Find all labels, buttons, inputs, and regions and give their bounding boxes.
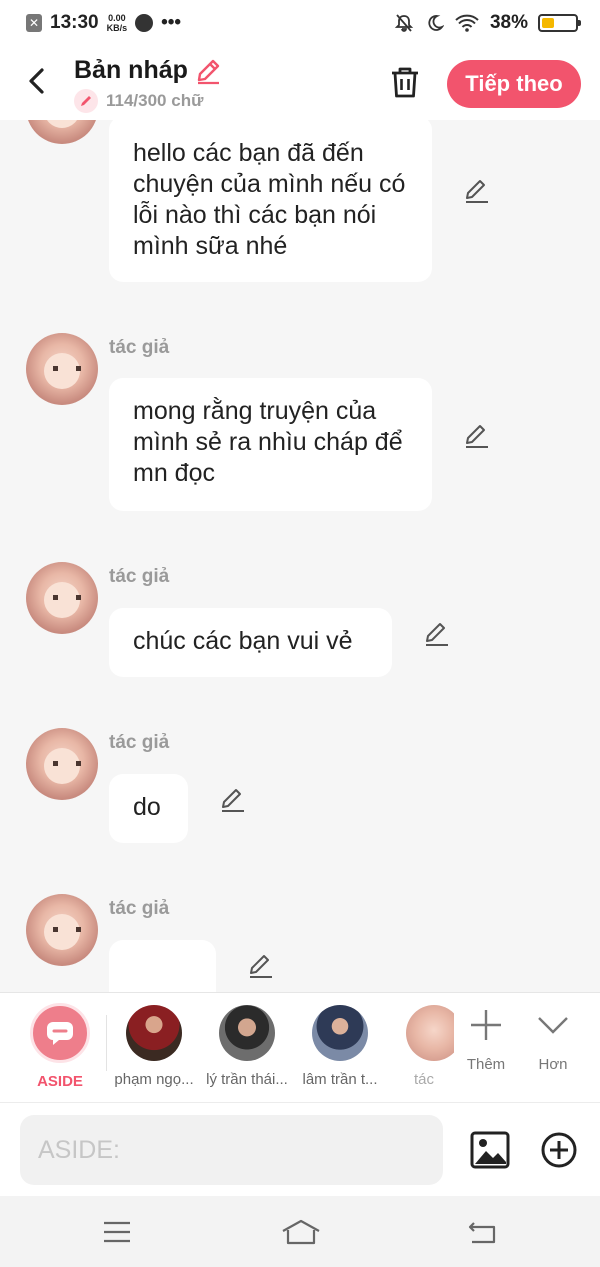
add-circle-icon[interactable]	[540, 1131, 578, 1169]
page-title[interactable]: Bản nháp	[74, 56, 222, 85]
divider	[106, 1015, 107, 1071]
author-name: tác giả	[109, 566, 170, 587]
edit-message-icon[interactable]	[463, 177, 491, 205]
author-name: tác giả	[109, 732, 170, 753]
add-character-button[interactable]: Thêm	[453, 1007, 519, 1073]
avatar[interactable]	[26, 333, 98, 405]
status-time: 13:30	[50, 12, 99, 33]
message-bubble[interactable]: chúc các bạn vui vẻ	[109, 608, 392, 677]
mute-bell-icon	[394, 14, 414, 32]
author-name: tác giả	[109, 898, 170, 919]
home-icon[interactable]	[280, 1218, 322, 1246]
edit-title-icon[interactable]	[194, 57, 222, 85]
message-input[interactable]	[20, 1115, 443, 1185]
battery-fill	[542, 18, 555, 28]
message-bubble[interactable]: mong rằng truyện của mình sẻ ra nhìu chá…	[109, 378, 432, 511]
edit-message-icon[interactable]	[219, 786, 247, 814]
more-label: Hơn	[538, 1056, 568, 1073]
avatar[interactable]	[26, 562, 98, 634]
avatar	[312, 1005, 368, 1061]
app-notification-icon	[135, 14, 154, 32]
message-bubble[interactable]: ____	[109, 940, 216, 992]
character-item[interactable]: lâm trần t...	[294, 1003, 386, 1088]
character-name: phạm ngọ...	[114, 1071, 194, 1088]
add-label: Thêm	[466, 1056, 506, 1073]
character-name: lý trần thái...	[206, 1071, 288, 1088]
battery-icon	[538, 14, 581, 32]
wifi-icon	[455, 14, 479, 32]
avatar	[219, 1005, 275, 1061]
character-bar: ASIDE phạm ngọ... lý trần thái... lâm tr…	[0, 992, 600, 1102]
character-aside[interactable]: ASIDE	[14, 1003, 106, 1090]
input-bar	[0, 1102, 600, 1196]
aside-avatar	[30, 1003, 90, 1063]
character-name: lâm trần t...	[302, 1071, 378, 1088]
avatar	[406, 1005, 454, 1061]
network-speed: 0.00 KB/s	[106, 13, 128, 33]
word-count: 114/300 chữ	[106, 91, 204, 110]
back-arrow-icon[interactable]	[22, 64, 54, 98]
pencil-icon	[74, 89, 98, 113]
character-item[interactable]: tác	[394, 1003, 454, 1088]
chat-bubble-icon	[47, 1022, 73, 1045]
draft-title: Bản nháp	[74, 56, 188, 84]
word-count-row: 114/300 chữ	[74, 89, 222, 113]
edit-message-icon[interactable]	[423, 620, 451, 648]
notification-close-icon: ✕	[26, 14, 42, 32]
message-bubble[interactable]: hello các bạn đã đến chuyện của mình nếu…	[109, 120, 432, 282]
edit-message-icon[interactable]	[247, 952, 275, 980]
back-nav-icon[interactable]	[466, 1218, 500, 1246]
battery-percent: 38%	[489, 12, 528, 33]
more-characters-button[interactable]: Hơn	[520, 1007, 586, 1073]
system-nav-bar	[0, 1196, 600, 1267]
status-bar: ✕ 13:30 0.00 KB/s ••• 38%	[0, 0, 600, 46]
avatar[interactable]	[26, 120, 98, 144]
author-name: tác giả	[109, 337, 170, 358]
character-name: tác	[413, 1071, 434, 1088]
menu-icon[interactable]	[100, 1218, 134, 1246]
message-bubble[interactable]: do	[109, 774, 188, 843]
moon-icon	[428, 15, 444, 31]
image-icon[interactable]	[470, 1130, 510, 1170]
trash-icon[interactable]	[388, 64, 422, 100]
plus-icon	[471, 1010, 501, 1040]
character-item[interactable]: lý trần thái...	[201, 1003, 293, 1088]
character-item[interactable]: phạm ngọ...	[108, 1003, 200, 1088]
avatar[interactable]	[26, 894, 98, 966]
more-notifications-icon: •••	[161, 12, 182, 33]
next-button[interactable]: Tiếp theo	[447, 60, 581, 108]
avatar[interactable]	[26, 728, 98, 800]
story-chat: hello các bạn đã đến chuyện của mình nếu…	[0, 120, 600, 992]
avatar	[126, 1005, 182, 1061]
top-bar: Bản nháp 114/300 chữ Tiếp theo	[0, 46, 600, 120]
edit-message-icon[interactable]	[463, 422, 491, 450]
chevron-down-icon	[538, 1017, 568, 1034]
character-name: ASIDE	[37, 1073, 83, 1090]
title-block: Bản nháp 114/300 chữ	[74, 56, 222, 113]
